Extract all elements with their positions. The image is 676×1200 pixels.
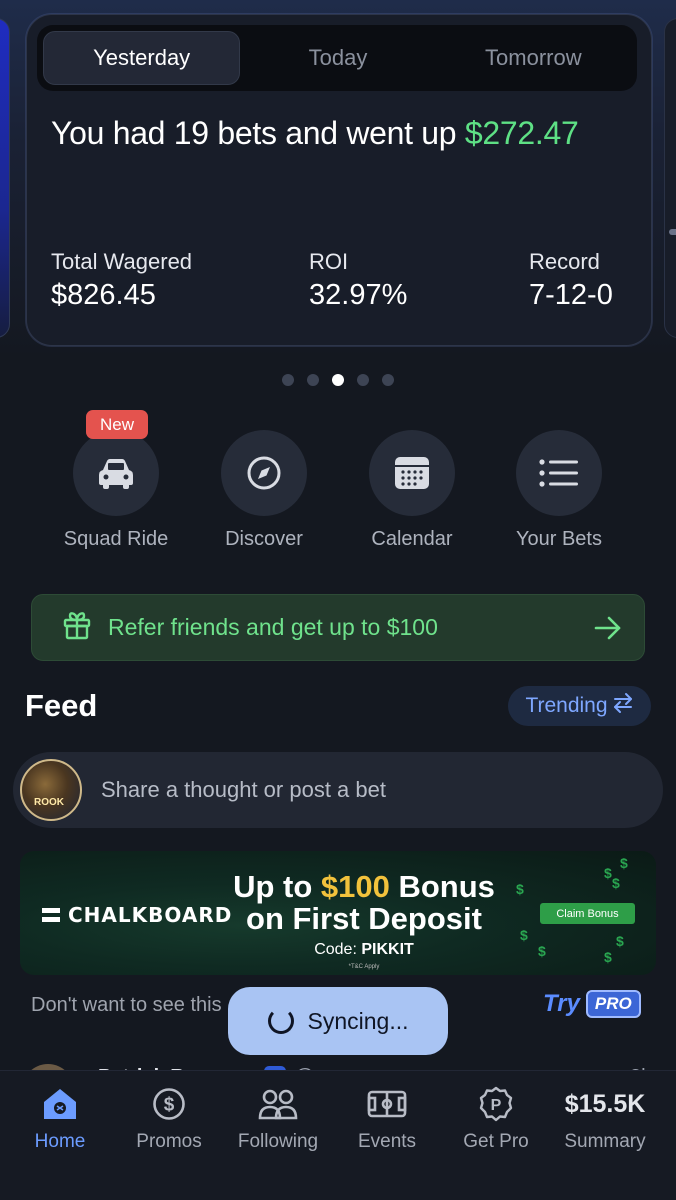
pro-badge: PRO: [585, 990, 641, 1018]
action-label: Calendar: [371, 528, 453, 550]
headline-text: You had 19 bets and went up: [51, 115, 465, 151]
stat-roi: ROI 32.97%: [309, 249, 407, 312]
calendar-button[interactable]: Calendar: [332, 430, 492, 551]
list-icon: [516, 430, 602, 516]
tab-label: Summary: [564, 1131, 646, 1152]
action-label: Discover: [225, 528, 303, 550]
bonus-headline: Up to $100 Bonus on First Deposit: [216, 871, 512, 935]
your-bets-button[interactable]: Your Bets: [479, 430, 639, 551]
claim-bonus-button[interactable]: Claim Bonus: [540, 903, 635, 924]
stat-label: Record: [529, 249, 600, 274]
tab-get-pro[interactable]: P Get Pro: [441, 1085, 551, 1153]
tab-tomorrow[interactable]: Tomorrow: [436, 31, 631, 85]
next-card-peek[interactable]: [664, 18, 676, 338]
bonus-prefix: Up to: [233, 869, 321, 904]
pager-dot[interactable]: [282, 374, 294, 386]
code-label: Code:: [314, 941, 362, 958]
code-value: PIKKIT: [361, 941, 414, 958]
tab-yesterday[interactable]: Yesterday: [43, 31, 241, 85]
pager-dot[interactable]: [307, 374, 319, 386]
calendar-icon: [369, 430, 455, 516]
day-segmented-control: Yesterday Today Tomorrow: [37, 25, 637, 91]
stat-label: Total Wagered: [51, 249, 193, 274]
arrow-right-icon: [594, 615, 622, 646]
svg-text:P: P: [491, 1097, 502, 1114]
tab-home[interactable]: Home: [5, 1085, 115, 1153]
promo-code: Code: PIKKIT: [216, 941, 512, 959]
try-label: Try: [543, 990, 580, 1017]
swap-arrows-icon: [612, 692, 634, 720]
hide-ad-link[interactable]: Don't want to see this: [31, 994, 222, 1017]
dollar-sign-icon: $: [516, 881, 524, 897]
bonus-suffix: Bonus: [389, 869, 495, 904]
chalkboard-logo: CHALKBOARD: [42, 903, 232, 927]
dollar-circle-icon: $: [114, 1085, 224, 1123]
summary-balance: $15.5K: [564, 1089, 646, 1118]
tab-promos[interactable]: $ Promos: [114, 1085, 224, 1153]
dollar-sign-icon: $: [616, 933, 624, 949]
try-pro-button[interactable]: Try PRO: [543, 990, 641, 1018]
tab-label: Promos: [136, 1131, 202, 1152]
stat-total-wagered: Total Wagered $826.45: [51, 249, 192, 312]
tab-events[interactable]: Events: [332, 1085, 442, 1153]
tab-today[interactable]: Today: [240, 31, 435, 85]
gift-icon: [62, 610, 92, 645]
tab-label: Following: [237, 1131, 319, 1152]
bonus-amount: $100: [320, 869, 390, 904]
avatar[interactable]: ROOK: [20, 759, 82, 821]
post-composer[interactable]: ROOK: [13, 752, 663, 828]
toast-text: Syncing...: [307, 1007, 409, 1034]
composer-input[interactable]: [101, 777, 601, 803]
pro-badge-icon: P: [441, 1085, 551, 1123]
discover-button[interactable]: Discover: [184, 430, 344, 551]
pager-dot-active[interactable]: [332, 374, 344, 386]
referral-text: Refer friends and get up to $100: [108, 614, 438, 640]
tab-label: Home: [34, 1131, 86, 1152]
new-badge: New: [86, 410, 148, 439]
dollar-sign-icon: $: [612, 875, 620, 891]
tab-following[interactable]: Following: [223, 1085, 333, 1153]
previous-card-peek[interactable]: [0, 18, 10, 338]
stat-value: 32.97%: [309, 279, 408, 311]
referral-banner[interactable]: Refer friends and get up to $100: [31, 594, 645, 661]
carousel-pager: [0, 374, 676, 386]
syncing-toast: Syncing...: [228, 987, 448, 1055]
avatar-text: ROOK: [34, 797, 64, 808]
promo-ad-banner[interactable]: CHALKBOARD Up to $100 Bonus on First Dep…: [20, 851, 656, 975]
dollar-sign-icon: $: [520, 927, 528, 943]
stat-label: ROI: [309, 249, 349, 274]
compass-icon: [221, 430, 307, 516]
bottom-tab-bar: Home $ Promos Following Events P Get Pro…: [0, 1070, 676, 1200]
brand-name: CHALKBOARD: [68, 903, 233, 927]
home-icon: [5, 1085, 115, 1123]
feed-title: Feed: [25, 688, 98, 723]
tab-label: Get Pro: [463, 1131, 529, 1152]
pager-dot[interactable]: [357, 374, 369, 386]
tab-label: Events: [357, 1131, 417, 1152]
people-icon: [223, 1085, 333, 1123]
tab-summary[interactable]: $15.5K Summary: [550, 1085, 660, 1153]
trending-label: Trending: [525, 694, 608, 717]
dollar-sign-icon: $: [620, 855, 628, 871]
field-icon: [332, 1085, 442, 1123]
summary-headline: You had 19 bets and went up $272.47: [51, 115, 579, 152]
headline-profit-amount: $272.47: [464, 115, 579, 151]
spinner-icon: [267, 1008, 294, 1034]
action-label: Your Bets: [516, 528, 602, 550]
trending-sort-button[interactable]: Trending: [508, 686, 651, 726]
fine-print: *T&C Apply: [348, 964, 380, 970]
dollar-sign-icon: $: [604, 949, 612, 965]
dollar-sign-icon: $: [604, 865, 612, 881]
pager-dot[interactable]: [382, 374, 394, 386]
bonus-line2: on First Deposit: [246, 901, 482, 936]
dollar-sign-icon: $: [538, 943, 546, 959]
action-label: Squad Ride: [63, 528, 169, 550]
car-icon: [73, 430, 159, 516]
svg-text:$: $: [164, 1095, 175, 1116]
stat-value: $826.45: [51, 279, 156, 311]
squad-ride-button[interactable]: Squad Ride: [36, 430, 196, 551]
stat-record: Record 7-12-0: [529, 249, 613, 312]
daily-summary-card: Yesterday Today Tomorrow You had 19 bets…: [26, 14, 652, 346]
stat-value: 7-12-0: [529, 279, 613, 311]
